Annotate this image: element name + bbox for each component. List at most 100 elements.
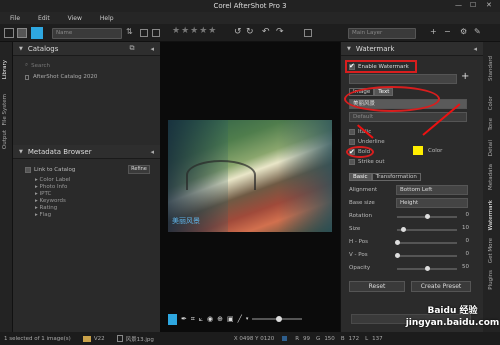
panel-menu-icon[interactable]: ◂ (150, 45, 154, 53)
menu-edit[interactable]: Edit (38, 15, 50, 22)
minimize-icon[interactable]: — (455, 1, 462, 9)
toolbar: Name ⇅ ★★★★★ ↺ ↻ ↶ ↷ Main Layer + − ⚙ ✎ (0, 24, 500, 42)
tab-transformation[interactable]: Transformation (371, 173, 421, 181)
hpos-slider[interactable] (397, 242, 457, 244)
layer-settings-icon[interactable]: ⚙ (460, 27, 467, 36)
remove-layer-icon[interactable]: − (444, 27, 451, 36)
underline-checkbox[interactable] (349, 138, 355, 145)
opacity-value[interactable]: 50 (462, 264, 469, 270)
undo-icon[interactable]: ↶ (262, 27, 270, 37)
new-catalog-icon[interactable]: ⧉ (129, 44, 134, 53)
italic-checkbox[interactable] (349, 128, 355, 135)
strikeout-checkbox[interactable] (349, 158, 355, 165)
highlight-text (344, 86, 440, 112)
rotate-left-icon[interactable]: ↺ (234, 27, 242, 37)
rating-stars-icon[interactable]: ★★★★★ (172, 26, 217, 36)
refine-button[interactable]: Refine (128, 165, 150, 174)
color-row: Color (413, 146, 442, 155)
close-icon[interactable]: ✕ (486, 1, 492, 9)
metadata-header[interactable]: ▼ Metadata Browser ◂ (13, 145, 160, 159)
hpos-knob[interactable] (395, 240, 400, 245)
clone-tool-icon[interactable]: ⊕ (217, 315, 223, 323)
vpos-slider[interactable] (397, 255, 457, 257)
search-input[interactable]: Search (31, 63, 50, 69)
tab-watermark[interactable]: Watermark (488, 200, 494, 230)
basesize-select[interactable]: Height (396, 198, 468, 208)
watermark-header[interactable]: ▼ Watermark ◂ (341, 42, 483, 56)
tab-get-more[interactable]: Get More (488, 238, 494, 263)
link-to-catalog-label: Link to Catalog (34, 166, 76, 173)
add-preset-icon[interactable]: + (461, 71, 469, 82)
tree-rating[interactable]: ▸ Rating (35, 205, 160, 212)
select-tool-icon[interactable] (168, 313, 177, 325)
color-label: Color (428, 147, 443, 154)
tab-tone[interactable]: Tone (488, 118, 494, 131)
crop-tool-icon[interactable]: ⌗ (191, 315, 195, 324)
brush-tool-icon[interactable]: ╱ (238, 315, 242, 323)
tree-keywords[interactable]: ▸ Keywords (35, 198, 160, 205)
tab-color[interactable]: Color (488, 96, 494, 110)
rotation-value[interactable]: 0 (466, 212, 470, 218)
alignment-select[interactable]: Bottom Left (396, 185, 468, 195)
create-preset-button[interactable]: Create Preset (411, 281, 471, 292)
grid-view-icon[interactable] (4, 28, 14, 38)
tab-library[interactable]: Library (2, 60, 8, 79)
tree-photo-info[interactable]: ▸ Photo Info (35, 184, 160, 191)
tab-metadata[interactable]: Metadata (488, 164, 494, 190)
tab-plugins[interactable]: Plugins (488, 270, 494, 290)
link-to-catalog-checkbox[interactable] (25, 166, 31, 173)
redeye-tool-icon[interactable]: ◉ (207, 315, 213, 323)
brush-icon[interactable]: ✎ (474, 27, 481, 36)
photo[interactable]: 美丽风景 (168, 120, 332, 232)
tree-iptc[interactable]: ▸ IPTC (35, 191, 160, 198)
tree-color-label[interactable]: ▸ Color Label (35, 177, 160, 184)
layer-select[interactable]: Main Layer (348, 28, 416, 39)
preset-select[interactable] (349, 74, 457, 84)
split-view-icon[interactable] (17, 28, 27, 38)
rotation-knob[interactable] (425, 214, 430, 219)
pen-tool-icon[interactable]: ✒ (181, 315, 187, 323)
reset-button[interactable]: Reset (349, 281, 405, 292)
tab-basic[interactable]: Basic (349, 173, 372, 181)
straighten-tool-icon[interactable]: ⟀ (199, 315, 203, 324)
sort-select[interactable]: Name (52, 28, 122, 39)
tree-flag[interactable]: ▸ Flag (35, 212, 160, 219)
size-knob[interactable] (401, 227, 406, 232)
dropdown-icon[interactable]: ▾ (246, 316, 249, 322)
hpos-value[interactable]: 0 (466, 238, 470, 244)
menu-file[interactable]: File (10, 15, 20, 22)
sort-arrow-icon[interactable]: ⇅ (126, 27, 133, 36)
redo-icon[interactable]: ↷ (276, 27, 284, 37)
add-layer-icon[interactable]: + (430, 27, 437, 36)
zoom-slider-knob[interactable] (276, 316, 283, 322)
layers-icon[interactable] (304, 29, 312, 37)
watermark-panel: ▼ Watermark ◂ Enable Watermark + Image T… (340, 42, 483, 332)
flag-icon[interactable] (152, 29, 160, 37)
rotate-right-icon[interactable]: ↻ (246, 27, 254, 37)
catalog-icon (25, 74, 29, 80)
link-to-catalog-row: Link to Catalog Refine (25, 165, 160, 174)
filter-icon[interactable] (140, 29, 148, 37)
tab-output[interactable]: Output (2, 130, 8, 149)
opacity-knob[interactable] (425, 266, 430, 271)
tab-file-system[interactable]: File System (2, 94, 8, 125)
color-swatch[interactable] (413, 146, 423, 155)
vpos-value[interactable]: 0 (466, 251, 470, 257)
left-vertical-tabs: Library File System Output (0, 42, 13, 332)
panel-menu-icon[interactable]: ◂ (473, 45, 477, 53)
compare-tool-icon[interactable]: ▣ (227, 315, 234, 323)
tab-detail[interactable]: Detail (488, 140, 494, 156)
maximize-icon[interactable]: ☐ (470, 1, 476, 9)
catalog-search[interactable]: ⌕ Search (25, 62, 160, 69)
catalog-item[interactable]: AfterShot Catalog 2020 (25, 74, 160, 80)
menu-help[interactable]: Help (100, 15, 114, 22)
size-slider[interactable] (397, 229, 457, 231)
single-view-icon[interactable] (31, 27, 43, 39)
menu-view[interactable]: View (68, 15, 82, 22)
panel-menu-icon[interactable]: ◂ (150, 148, 154, 156)
vpos-knob[interactable] (395, 253, 400, 258)
catalogs-header[interactable]: ▼ Catalogs ⧉ ◂ (13, 42, 160, 56)
zoom-slider[interactable] (252, 316, 303, 322)
tab-standard[interactable]: Standard (488, 56, 494, 81)
size-value[interactable]: 10 (462, 225, 469, 231)
